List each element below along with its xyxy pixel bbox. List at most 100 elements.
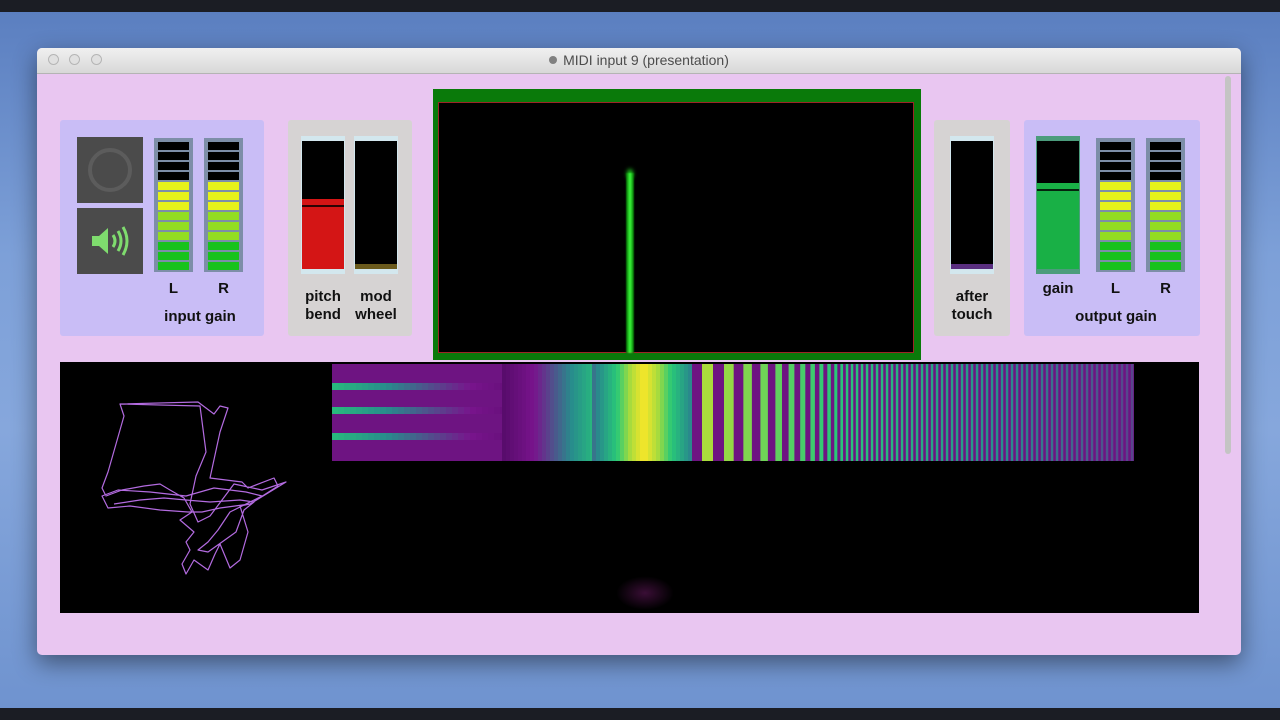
spectrogram-cell (458, 383, 464, 390)
spectrogram-cell (470, 407, 476, 414)
spectrogram-cell (476, 433, 482, 440)
meter-segment (1100, 182, 1131, 190)
meter-segment (158, 162, 189, 170)
pitch-bend-slider[interactable] (301, 136, 345, 274)
spectrogram-cell (514, 364, 518, 461)
spectrogram-cell (1045, 364, 1049, 461)
output-meter-right (1146, 138, 1185, 272)
meter-segment (208, 152, 239, 160)
spectrogram-cell (368, 383, 374, 390)
spectrogram-cell (1025, 364, 1029, 461)
spectrogram-cell (416, 383, 422, 390)
power-button[interactable] (77, 137, 143, 203)
spectrogram-cell (404, 433, 410, 440)
spectrogram-cell (362, 383, 368, 390)
meter-segment (1150, 162, 1181, 170)
spectrogram-cell (452, 433, 458, 440)
pitch-bend-label: pitch bend (294, 288, 352, 324)
spectrogram-cell (960, 364, 964, 461)
meter-segment (1100, 202, 1131, 210)
output-left-label: L (1110, 280, 1121, 297)
output-gain-label: output gain (1075, 308, 1157, 325)
spectrogram-cell (1065, 364, 1069, 461)
spectrogram-cell (1105, 364, 1109, 461)
spectrogram-cell (900, 364, 904, 461)
output-gain-slider[interactable] (1036, 136, 1080, 274)
spectrogram-cell (910, 364, 914, 461)
spectrogram-cell (875, 364, 879, 461)
spectrogram-cell (855, 364, 859, 461)
spectrogram-cell (566, 364, 570, 461)
spectrogram-cell (840, 364, 844, 461)
title-bar[interactable]: MIDI input 9 (presentation) (37, 48, 1241, 74)
spectrogram-cell (834, 364, 838, 461)
spectrogram-cell (616, 364, 620, 461)
spectrogram-cell (392, 407, 398, 414)
spectrogram-cell (374, 383, 380, 390)
spectrogram-cell (636, 364, 640, 461)
spectrogram-cell (860, 364, 864, 461)
input-right-label: R (218, 280, 229, 297)
mod-wheel-slider[interactable] (354, 136, 398, 274)
spectrogram-cell (550, 364, 554, 461)
spectrogram-cell (620, 364, 624, 461)
spectrogram-cell (452, 407, 458, 414)
spectrogram-cell (488, 383, 494, 390)
spectrogram-cell (422, 383, 428, 390)
spectrogram-cell (570, 364, 574, 461)
speaker-icon (92, 226, 129, 256)
meter-segment (1100, 242, 1131, 250)
spectrogram-cell (1020, 364, 1024, 461)
spectrogram-cell (542, 364, 546, 461)
spectrogram (332, 364, 1134, 461)
oscilloscope-frame (433, 89, 921, 360)
spectrogram-cell (668, 364, 672, 461)
spectrogram-cell (870, 364, 874, 461)
spectrogram-cell (440, 407, 446, 414)
spectrogram-cell (410, 407, 416, 414)
spectrogram-cell (1130, 364, 1134, 461)
spectrogram-cell (880, 364, 884, 461)
spectrogram-cell (494, 433, 500, 440)
spectrogram-cell (965, 364, 969, 461)
spectrogram-cell (1070, 364, 1074, 461)
spectrogram-cell (925, 364, 929, 461)
meter-segment (1150, 182, 1181, 190)
meter-segment (208, 252, 239, 260)
spectrogram-cell (458, 433, 464, 440)
vertical-scrollbar[interactable] (1225, 76, 1231, 454)
spectrogram-cell (404, 383, 410, 390)
spectrogram-cell (546, 364, 550, 461)
spectrogram-cell (905, 364, 909, 461)
pitch-bend-label-line1: pitch (305, 288, 341, 305)
spectrogram-cell (398, 433, 404, 440)
spectrogram-cell (865, 364, 869, 461)
meter-segment (1100, 162, 1131, 170)
spectrogram-cell (788, 364, 795, 461)
meter-segment (208, 202, 239, 210)
spectrogram-cell (440, 433, 446, 440)
spectrogram-cell (488, 433, 494, 440)
spectrogram-cell (482, 383, 488, 390)
spectrogram-cell (510, 364, 514, 461)
spectrogram-cell (724, 364, 734, 461)
speaker-button[interactable] (77, 208, 143, 274)
spectrogram-cell (344, 383, 350, 390)
spectrogram-cell (434, 383, 440, 390)
spectrogram-cell (428, 433, 434, 440)
value-line (1037, 189, 1079, 191)
spectrogram-cell (470, 433, 476, 440)
meter-segment (158, 172, 189, 180)
spectrogram-cell (688, 364, 692, 461)
app-window: MIDI input 9 (presentation) L R input ga… (37, 48, 1241, 655)
meter-segment (158, 242, 189, 250)
spectrogram-cell (446, 383, 452, 390)
after-touch-slider[interactable] (950, 136, 994, 274)
spectrogram-cell (1115, 364, 1119, 461)
meter-segment (158, 202, 189, 210)
spectrogram-cell (800, 364, 806, 461)
meter-segment (208, 242, 239, 250)
spectrogram-cell (344, 433, 350, 440)
spectrogram-cell (476, 383, 482, 390)
spectrogram-cell (356, 383, 362, 390)
